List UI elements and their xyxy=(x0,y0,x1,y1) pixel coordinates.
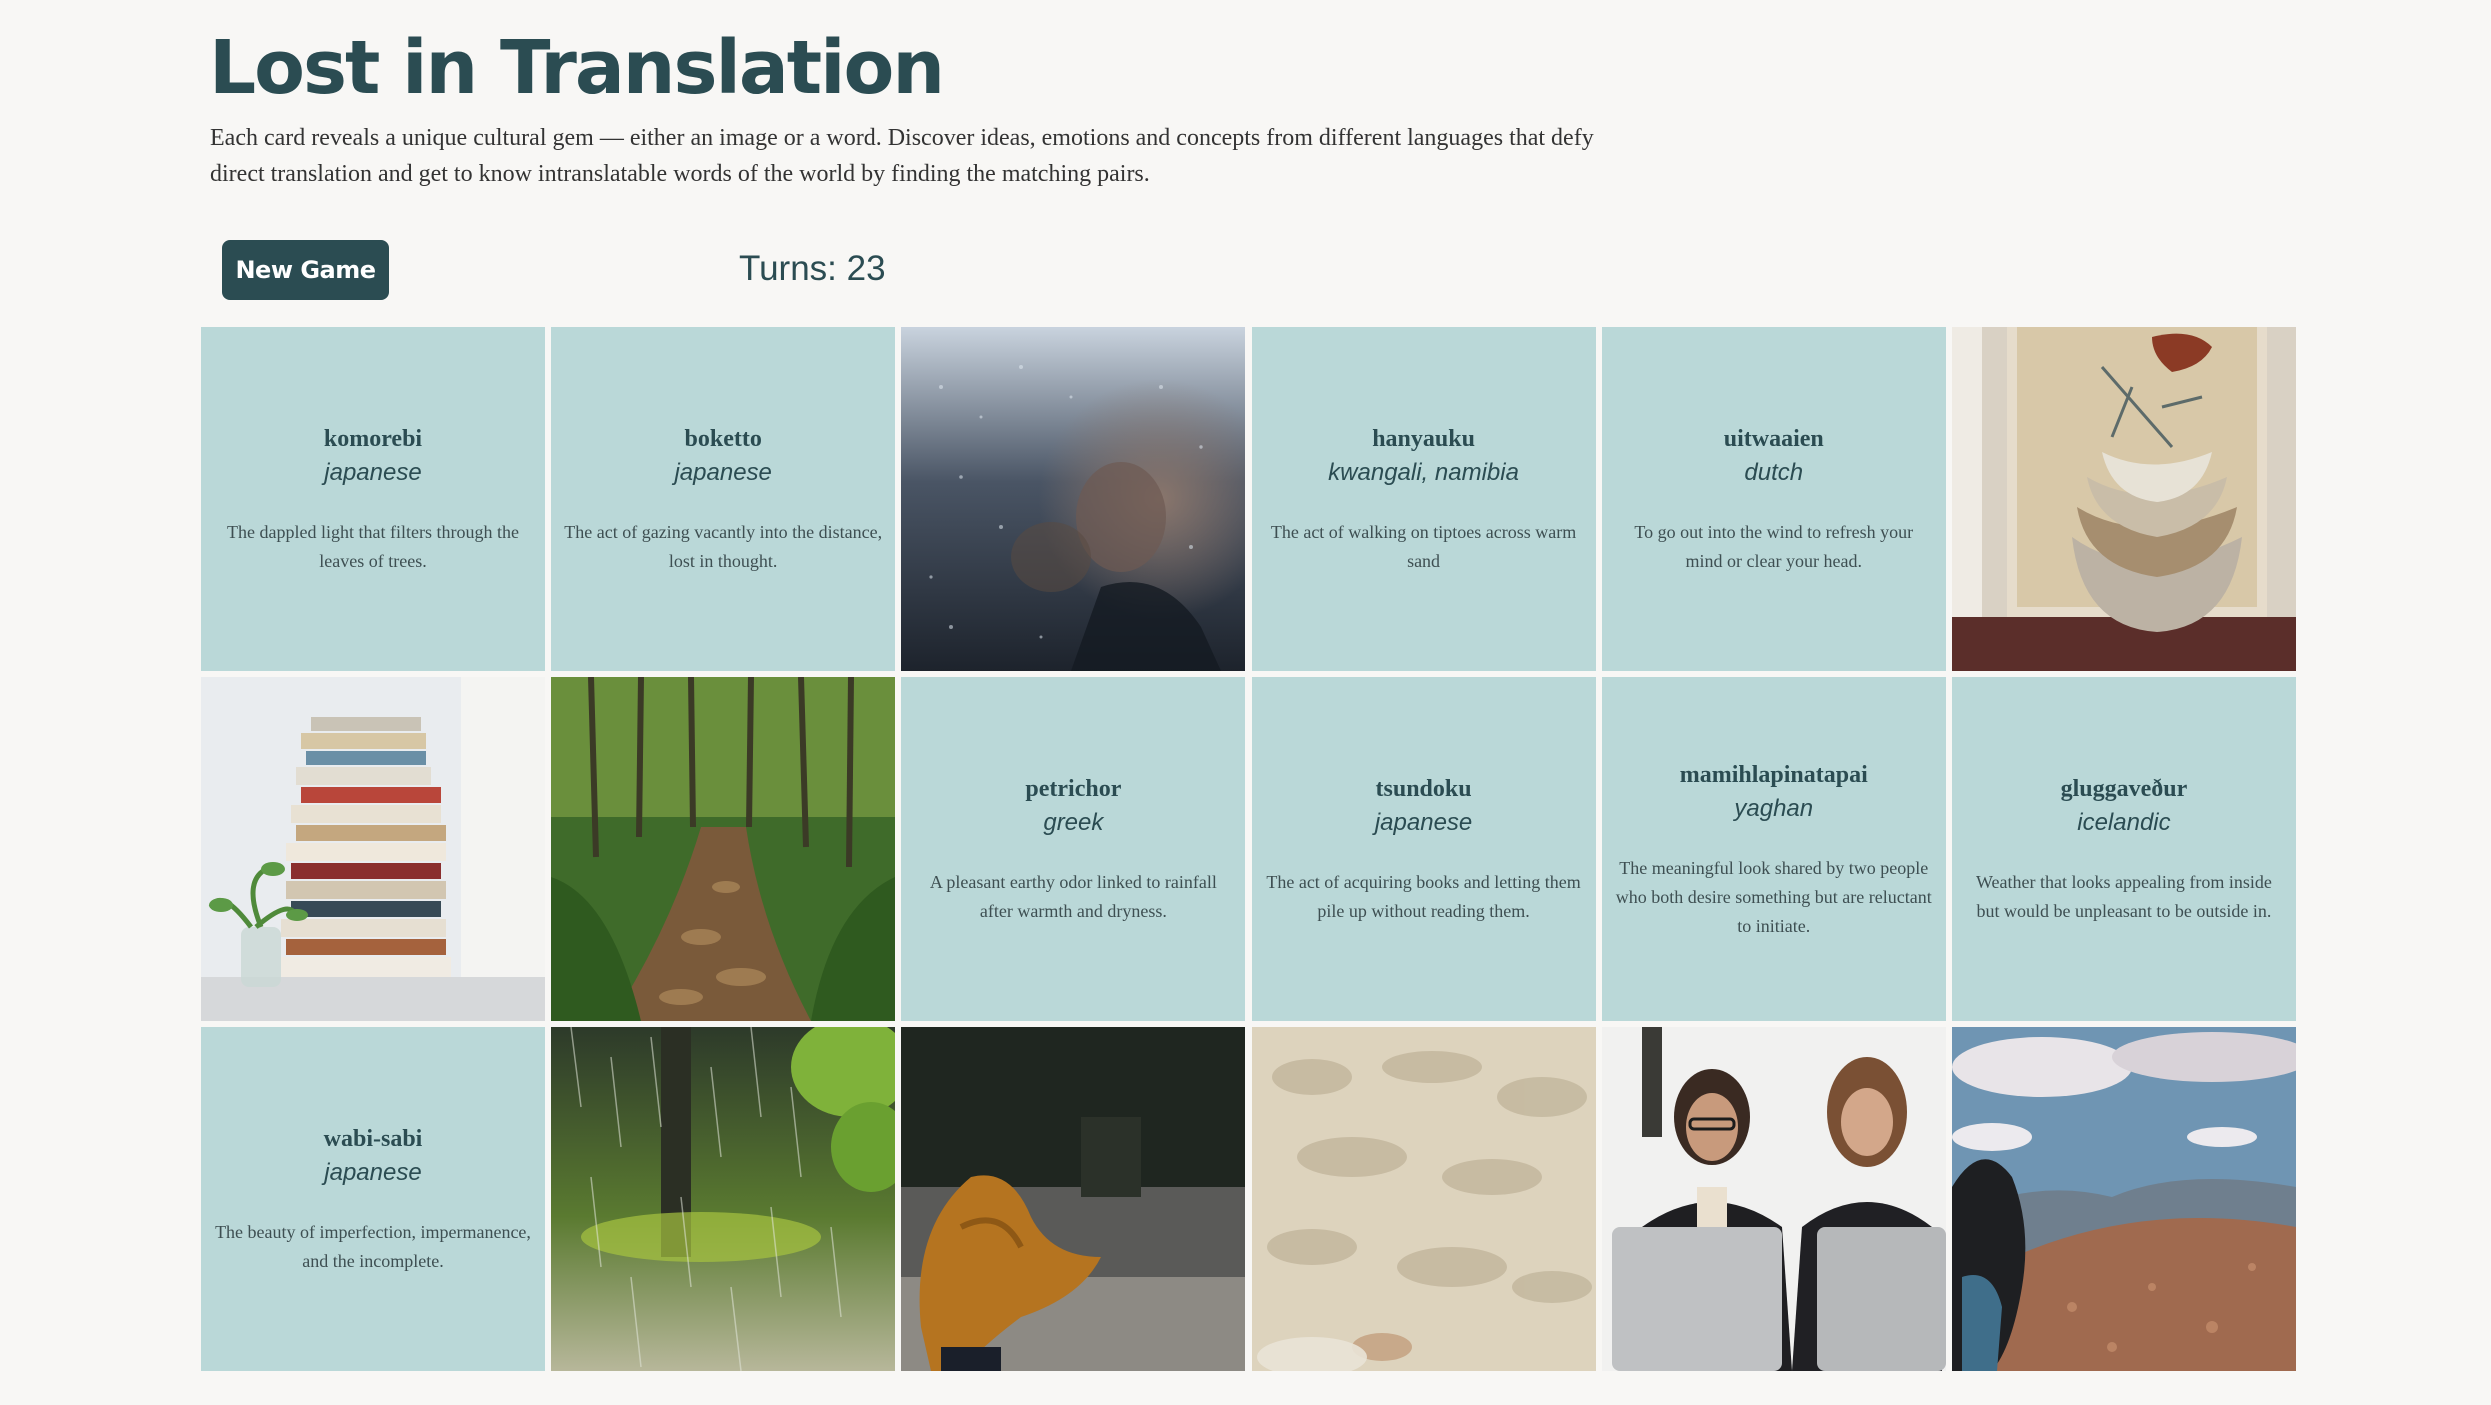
image-card-sand[interactable] xyxy=(1251,1027,1596,1371)
game-page: Lost in Translation Each card reveals a … xyxy=(0,0,2491,1405)
image-card-rainy-window[interactable] xyxy=(901,327,1246,671)
turns-label: Turns: xyxy=(739,249,847,288)
card-definition: The meaningful look shared by two people… xyxy=(1615,857,1932,936)
card-language: japanese xyxy=(324,1159,422,1186)
card-word: mamihlapinatapai xyxy=(1679,761,1868,788)
word-card-tsundoku[interactable]: tsundoku japanese The act of acquiring b… xyxy=(1251,677,1596,1021)
card-word: komorebi xyxy=(323,426,423,452)
card-word: petrichor xyxy=(1025,776,1122,802)
person-in-wind-blown-scarf-photo xyxy=(901,1027,1246,1371)
card-language: icelandic xyxy=(2077,809,2171,836)
word-card-boketto[interactable]: boketto japanese The act of gazing vacan… xyxy=(551,327,896,671)
word-card-mamihlapinatapai[interactable]: mamihlapinatapai yaghan The meaningful l… xyxy=(1601,677,1946,1021)
image-card-ceramic-bowls[interactable] xyxy=(1951,327,2296,671)
card-word: gluggaveður xyxy=(2060,776,2188,802)
forest-path-dappled-light-photo xyxy=(551,677,896,1021)
word-card-hanyauku[interactable]: hanyauku kwangali, namibia The act of wa… xyxy=(1251,327,1596,671)
card-word: boketto xyxy=(684,426,762,452)
card-definition: The act of gazing vacantly into the dist… xyxy=(564,522,883,571)
rain-in-forest-photo xyxy=(551,1027,896,1371)
card-word: uitwaaien xyxy=(1723,426,1824,452)
card-word: wabi-sabi xyxy=(323,1126,423,1152)
word-card-wabi-sabi[interactable]: wabi-sabi japanese The beauty of imperfe… xyxy=(201,1027,545,1371)
page-title: Lost in Translation xyxy=(209,25,945,111)
word-card-uitwaaien[interactable]: uitwaaien dutch To go out into the wind … xyxy=(1601,327,1946,671)
intro-text: Each card reveals a unique cultural gem … xyxy=(210,125,1594,187)
two-women-at-laptops-photo xyxy=(1601,1027,1946,1371)
turns-counter: Turns: 23 xyxy=(739,246,886,292)
card-language: greek xyxy=(1043,809,1104,836)
word-card-gluggavedur[interactable]: gluggaveður icelandic Weather that looks… xyxy=(1951,677,2296,1021)
stacked-ceramic-bowls-photo xyxy=(1951,327,2296,671)
turns-value: 23 xyxy=(846,249,886,288)
footprint-in-sand-photo xyxy=(1251,1027,1596,1371)
card-word: hanyauku xyxy=(1372,426,1475,452)
card-definition: The dappled light that filters through t… xyxy=(227,522,519,571)
card-definition: To go out into the wind to refresh your … xyxy=(1634,522,1914,571)
card-definition: A pleasant earthy odor linked to rainfal… xyxy=(929,872,1217,921)
card-language: kwangali, namibia xyxy=(1328,459,1519,486)
card-language: yaghan xyxy=(1734,794,1814,822)
person-behind-rainy-window-photo xyxy=(901,327,1246,671)
word-card-komorebi[interactable]: komorebi japanese The dappled light that… xyxy=(201,327,545,671)
image-card-forest-path[interactable] xyxy=(551,677,896,1021)
image-card-two-women[interactable] xyxy=(1601,1027,1946,1371)
card-grid: komorebi japanese The dappled light that… xyxy=(201,327,2296,1371)
stack-of-books-by-window-photo xyxy=(201,677,545,1021)
card-definition: The act of acquiring books and letting t… xyxy=(1266,872,1581,921)
new-game-button[interactable]: New Game xyxy=(222,240,389,300)
image-card-books[interactable] xyxy=(201,677,545,1021)
card-language: japanese xyxy=(674,459,772,486)
card-word: tsundoku xyxy=(1375,776,1472,802)
woman-overlooking-mountains-photo xyxy=(1951,1027,2296,1371)
word-card-petrichor[interactable]: petrichor greek A pleasant earthy odor l… xyxy=(901,677,1246,1021)
card-language: dutch xyxy=(1744,459,1804,486)
card-definition: The beauty of imperfection, impermanence… xyxy=(215,1222,531,1271)
image-card-windblown-scarf[interactable] xyxy=(901,1027,1246,1371)
card-definition: The act of walking on tiptoes across war… xyxy=(1270,522,1577,571)
image-card-rain-forest[interactable] xyxy=(551,1027,896,1371)
card-definition: Weather that looks appealing from inside… xyxy=(1975,872,2272,921)
card-language: japanese xyxy=(324,459,422,486)
card-language: japanese xyxy=(1374,809,1473,836)
image-card-mountains[interactable] xyxy=(1951,1027,2296,1371)
